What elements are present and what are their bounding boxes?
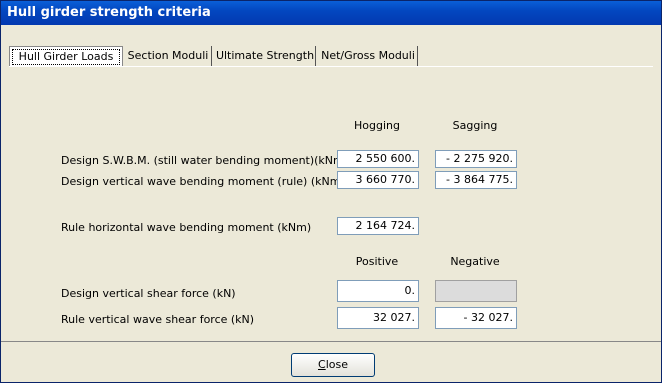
field-swbm-sagging[interactable]: - 2 275 920. [435, 150, 517, 168]
field-vsf-positive[interactable]: 0. [337, 280, 419, 302]
field-vsf-negative [435, 280, 517, 302]
tab-hull-girder-loads[interactable]: Hull Girder Loads [9, 46, 123, 68]
label-rule-vwsf: Rule vertical wave shear force (kN) [61, 313, 255, 326]
field-hwbm[interactable]: 2 164 724. [337, 217, 419, 235]
label-design-swbm: Design S.W.B.M. (still water bending mom… [61, 154, 349, 167]
tab-section-moduli[interactable]: Section Moduli [125, 46, 212, 66]
field-vwsf-positive[interactable]: 32 027. [337, 307, 419, 329]
label-design-vsf: Design vertical shear force (kN) [61, 287, 236, 300]
footer-divider [1, 341, 661, 342]
close-label: lose [325, 358, 348, 371]
header-sagging: Sagging [452, 119, 498, 132]
tab-ultimate-strength[interactable]: Ultimate Strength [215, 46, 316, 66]
label-design-vwbm: Design vertical wave bending moment (rul… [61, 175, 345, 188]
field-vwsf-negative[interactable]: - 32 027. [435, 307, 517, 329]
close-accelerator: C [318, 358, 326, 371]
tab-net-gross-moduli[interactable]: Net/Gross Moduli [319, 46, 418, 66]
field-vwbm-hogging[interactable]: 3 660 770. [337, 171, 419, 189]
field-swbm-hogging[interactable]: 2 550 600. [337, 150, 419, 168]
field-vwbm-sagging[interactable]: - 3 864 775. [435, 171, 517, 189]
close-button[interactable]: Close [291, 353, 375, 377]
label-rule-hwbm: Rule horizontal wave bending moment (kNm… [61, 221, 312, 234]
tab-panel: Hogging Sagging Design S.W.B.M. (still w… [9, 66, 653, 343]
dialog-window: Hull girder strength criteria Hull Girde… [0, 0, 662, 383]
header-positive: Positive [355, 255, 399, 268]
header-hogging: Hogging [354, 119, 400, 132]
title-bar: Hull girder strength criteria [1, 1, 661, 25]
header-negative: Negative [450, 255, 500, 268]
